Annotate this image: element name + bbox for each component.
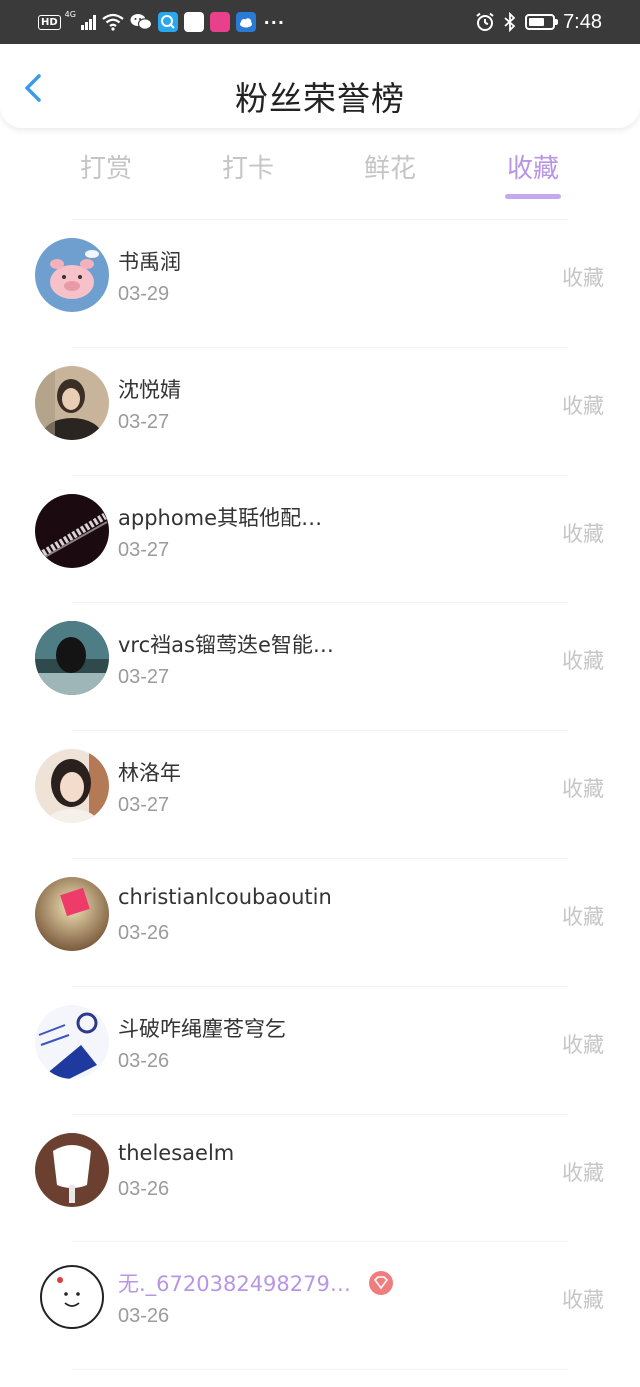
wifi-icon	[101, 13, 124, 31]
clock: 7:48	[563, 10, 602, 33]
tab-flowers[interactable]: 鲜花	[350, 148, 430, 185]
hd-badge: HD	[38, 14, 61, 30]
fan-date: 03-26	[118, 921, 170, 944]
status-bar-right: 7:48	[475, 10, 602, 34]
fan-action-label: 收藏	[562, 649, 604, 674]
list-item[interactable]: thelesaelm 03-26 收藏	[0, 1115, 640, 1243]
list-item[interactable]: vrc裆as镏莺迭e智能… 03-27 收藏	[0, 603, 640, 732]
fan-action-label: 收藏	[562, 1032, 604, 1057]
fan-name: 沈悦婧	[118, 377, 181, 402]
avatar[interactable]	[35, 1132, 109, 1207]
wechat-icon	[130, 14, 152, 30]
more-notifications-icon: ···	[263, 12, 285, 32]
tab-favorites[interactable]: 收藏	[493, 148, 573, 185]
page-title: 粉丝荣誉榜	[235, 79, 405, 118]
fan-name: 斗破咋绳麈苍穹乞	[118, 1016, 286, 1041]
game-app-icon	[209, 12, 230, 32]
fan-date: 03-29	[118, 283, 170, 305]
fan-name: christianlcoubaoutin	[118, 884, 332, 909]
fan-name: 无._6720382498279…	[118, 1272, 351, 1297]
fan-action-label: 收藏	[562, 521, 604, 546]
cellular-signal-icon: 4G	[65, 10, 96, 30]
tab-bar: 打赏 打卡 鲜花 收藏	[0, 128, 640, 220]
tab-checkin[interactable]: 打卡	[208, 148, 288, 185]
search-app-icon	[157, 12, 178, 32]
vip-diamond-icon	[369, 1271, 393, 1296]
bluetooth-icon	[504, 12, 516, 32]
cloud-app-icon	[235, 12, 256, 32]
fan-action-label: 收藏	[562, 266, 604, 290]
fan-name: vrc裆as镏莺迭e智能…	[118, 633, 334, 658]
battery-icon	[525, 14, 559, 30]
status-bar-left: HD 4G ···	[38, 10, 285, 34]
fan-date: 03-27	[118, 794, 170, 817]
fan-date: 03-26	[118, 1049, 170, 1072]
avatar[interactable]	[35, 621, 109, 696]
network-type: 4G	[64, 10, 76, 19]
avatar[interactable]	[35, 1004, 109, 1079]
fan-date: 03-27	[118, 410, 170, 433]
avatar[interactable]	[35, 1260, 109, 1335]
battery-level	[529, 18, 545, 26]
avatar[interactable]	[35, 365, 109, 440]
fan-date: 03-27	[118, 666, 170, 689]
fan-list: 书禹润 03-29 收藏 沈悦婧 03-27 收藏 apphome其聒他配… 0…	[0, 220, 640, 1371]
list-item[interactable]: 沈悦婧 03-27 收藏	[0, 348, 640, 476]
list-item[interactable]: christianlcoubaoutin 03-26 收藏	[0, 859, 640, 987]
header: 粉丝荣誉榜	[0, 44, 640, 128]
list-item[interactable]: 书禹润 03-29 收藏	[0, 220, 640, 348]
fan-name: 书禹润	[118, 250, 181, 274]
status-bar: HD 4G ··· 7:48	[0, 0, 640, 44]
list-item[interactable]: 林洛年 03-27 收藏	[0, 731, 640, 859]
avatar[interactable]	[35, 876, 109, 951]
list-item[interactable]: 斗破咋绳麈苍穹乞 03-26 收藏	[0, 987, 640, 1115]
fan-name: thelesaelm	[118, 1140, 235, 1165]
fan-action-label: 收藏	[562, 1160, 604, 1185]
fan-date: 03-26	[118, 1305, 170, 1328]
shopping-app-icon	[183, 12, 204, 32]
list-item[interactable]: apphome其聒他配… 03-27 收藏	[0, 476, 640, 604]
avatar[interactable]	[35, 749, 109, 824]
avatar[interactable]	[35, 493, 109, 568]
fan-date: 03-27	[118, 538, 170, 561]
fan-action-label: 收藏	[562, 393, 604, 418]
fan-action-label: 收藏	[562, 904, 604, 929]
divider	[72, 1369, 568, 1371]
tab-reward[interactable]: 打赏	[66, 148, 146, 185]
list-item[interactable]: 无._6720382498279… 03-26 收藏	[0, 1242, 640, 1371]
alarm-icon	[476, 12, 494, 31]
fan-name: apphome其聒他配…	[118, 505, 323, 530]
fan-action-label: 收藏	[562, 777, 604, 802]
fan-name: 林洛年	[118, 761, 181, 786]
active-tab-indicator	[505, 194, 561, 199]
fan-date: 03-26	[118, 1177, 170, 1200]
fan-action-label: 收藏	[562, 1288, 604, 1313]
avatar[interactable]	[35, 238, 109, 312]
